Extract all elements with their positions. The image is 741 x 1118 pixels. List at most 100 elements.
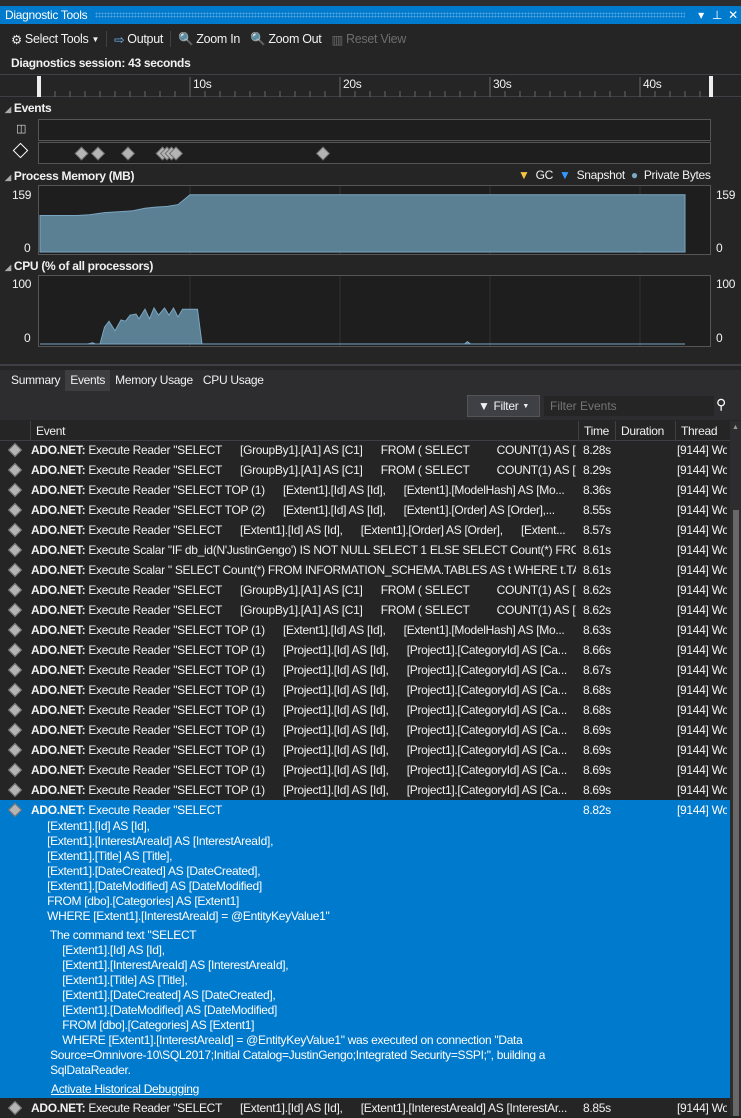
event-time: 8.69s: [583, 763, 611, 777]
title-bar: Diagnostic Tools ▾ ⊥ ✕: [0, 6, 741, 24]
event-source: ADO.NET:: [31, 443, 86, 457]
memory-max-right: 159: [716, 188, 736, 202]
event-description: ADO.NET: Execute Reader "SELECT [GroupBy…: [31, 580, 576, 600]
ruler-start-handle[interactable]: [37, 76, 41, 97]
break-events-lane[interactable]: [38, 119, 711, 141]
table-row[interactable]: ADO.NET: Execute Reader "SELECT TOP (1) …: [0, 760, 730, 780]
select-tools-button[interactable]: ⚙ Select Tools ▼: [8, 32, 102, 47]
event-markers: [74, 146, 331, 161]
activate-historical-debugging-link[interactable]: Activate Historical Debugging: [51, 1082, 545, 1097]
event-marker[interactable]: [74, 146, 89, 161]
tab-events[interactable]: Events: [65, 370, 111, 391]
table-row[interactable]: ADO.NET: Execute Reader "SELECT TOP (1) …: [0, 680, 730, 700]
table-row[interactable]: ADO.NET: Execute Reader "SELECT TOP (1) …: [0, 480, 730, 500]
diagnostic-event-icon: [7, 782, 23, 798]
table-row[interactable]: ADO.NET: Execute Reader "SELECT TOP (1) …: [0, 720, 730, 740]
table-row[interactable]: ADO.NET: Execute Reader "SELECT TOP (1) …: [0, 700, 730, 720]
pin-icon[interactable]: ⊥: [709, 6, 725, 24]
scroll-up-icon[interactable]: ▲: [732, 424, 739, 431]
column-thread[interactable]: Thread: [675, 421, 730, 441]
event-time: 8.62s: [583, 583, 611, 597]
event-time: 8.55s: [583, 503, 611, 517]
table-row[interactable]: ADO.NET: Execute Scalar " SELECT Count(*…: [0, 560, 730, 580]
filter-events-input[interactable]: [544, 396, 714, 416]
event-source: ADO.NET:: [31, 543, 86, 557]
events-lane-header[interactable]: ◢ Events: [5, 101, 52, 115]
table-row[interactable]: ADO.NET: Execute Reader "SELECT TOP (2) …: [0, 500, 730, 520]
event-source: ADO.NET:: [31, 503, 86, 517]
zoom-out-button[interactable]: 🔍 Zoom Out: [247, 32, 324, 47]
event-thread: [9144] Wo: [677, 523, 727, 537]
event-thread: [9144] Wo: [677, 483, 727, 497]
close-icon[interactable]: ✕: [725, 6, 741, 24]
reset-view-button[interactable]: ▥ Reset View: [329, 32, 410, 47]
event-marker[interactable]: [315, 146, 331, 161]
tab-summary[interactable]: Summary: [6, 370, 65, 391]
tab-strip: Summary Events Memory Usage CPU Usage: [0, 370, 741, 391]
table-row[interactable]: ADO.NET: Execute Reader "SELECT TOP (1) …: [0, 660, 730, 680]
memory-private-bytes-area: [39, 194, 686, 253]
table-row[interactable]: ADO.NET: Execute Reader "SELECT [Extent1…: [0, 520, 730, 540]
zoom-in-button[interactable]: 🔍 Zoom In: [175, 32, 243, 47]
diagnostic-event-icon: [7, 622, 23, 638]
event-thread: [9144] Wo: [677, 703, 727, 717]
table-row[interactable]: ADO.NET: Execute Reader "SELECT [GroupBy…: [0, 580, 730, 600]
column-time[interactable]: Time: [578, 421, 615, 441]
event-explanation: The command text "SELECT [Extent1].[Id] …: [49, 928, 546, 1077]
window-menu-icon[interactable]: ▾: [693, 6, 709, 24]
cpu-title: CPU (% of all processors): [13, 259, 154, 273]
intellitrace-events-lane[interactable]: [38, 142, 711, 164]
table-row[interactable]: ADO.NET: Execute Reader "SELECT TOP (1) …: [0, 620, 730, 640]
tab-cpu-usage[interactable]: CPU Usage: [198, 370, 269, 391]
table-row[interactable]: ADO.NET: Execute Reader "SELECT TOP (1) …: [0, 740, 730, 760]
output-button[interactable]: ⇨ Output: [111, 32, 166, 47]
event-time: 8.28s: [583, 443, 611, 457]
diagnostic-event-icon: [7, 1100, 23, 1116]
table-row[interactable]: ADO.NET: Execute Reader "SELECT TOP (1) …: [0, 780, 730, 800]
search-icon[interactable]: ⚲: [716, 396, 726, 413]
select-tools-label: Select Tools: [24, 32, 89, 46]
splitter[interactable]: [0, 364, 741, 366]
memory-title: Process Memory (MB): [13, 169, 135, 183]
cpu-chart[interactable]: [38, 275, 711, 347]
event-description: ADO.NET: Execute Reader "SELECT TOP (2) …: [31, 500, 576, 520]
divider: [170, 31, 172, 47]
event-text: Execute Scalar " SELECT Count(*) FROM IN…: [85, 563, 576, 577]
memory-plot: [39, 186, 686, 254]
gc-icon: ▼: [518, 168, 530, 182]
reset-view-label: Reset View: [346, 32, 407, 46]
filter-button[interactable]: ▼ Filter ▼: [467, 395, 540, 417]
event-source: ADO.NET:: [31, 783, 86, 797]
timeline-ruler[interactable]: 10s 20s 30s 40s: [0, 74, 741, 97]
table-row[interactable]: ADO.NET: Execute Reader "SELECT [GroupBy…: [0, 440, 730, 460]
column-duration[interactable]: Duration: [615, 421, 675, 441]
event-description: ADO.NET: Execute Reader "SELECT [GroupBy…: [31, 440, 576, 460]
table-row[interactable]: ADO.NET: Execute Reader "SELECT [GroupBy…: [0, 600, 730, 620]
table-row[interactable]: ADO.NET: Execute Reader "SELECT [Extent1…: [0, 1098, 730, 1118]
table-row[interactable]: ADO.NET: Execute Reader "SELECT [GroupBy…: [0, 460, 730, 480]
cpu-header[interactable]: ◢ CPU (% of all processors): [5, 259, 153, 273]
event-marker[interactable]: [90, 146, 106, 161]
event-description: ADO.NET: Execute Reader "SELECT [GroupBy…: [31, 600, 576, 620]
selected-event-row[interactable]: ADO.NET: Execute Reader "SELECT 8.82s [914…: [0, 800, 730, 1098]
memory-chart[interactable]: [38, 185, 711, 255]
event-description: ADO.NET: Execute Reader "SELECT TOP (1) …: [31, 640, 576, 660]
event-marker[interactable]: [120, 146, 136, 161]
legend-private-bytes: Private Bytes: [643, 168, 711, 182]
table-row[interactable]: ADO.NET: Execute Reader "SELECT TOP (1) …: [0, 640, 730, 660]
tab-memory-usage[interactable]: Memory Usage: [110, 370, 198, 391]
event-description: ADO.NET: Execute Reader "SELECT TOP (1) …: [31, 780, 576, 800]
event-thread: [9144] Wo: [677, 663, 727, 677]
table-row[interactable]: ADO.NET: Execute Scalar "IF db_id(N'Just…: [0, 540, 730, 560]
event-thread: [9144] Wo: [677, 643, 727, 657]
ruler-end-handle[interactable]: [709, 76, 713, 97]
column-header: Event Time Duration Thread: [0, 421, 730, 441]
column-event[interactable]: Event: [30, 421, 578, 441]
cpu-plot: [40, 276, 685, 346]
event-description: ADO.NET: Execute Reader "SELECT [GroupBy…: [31, 460, 576, 480]
event-thread: [9144] Wo: [677, 443, 727, 457]
diagnostic-event-icon: [7, 582, 23, 598]
scrollbar-thumb[interactable]: [733, 510, 739, 1116]
memory-header[interactable]: ◢ Process Memory (MB): [5, 169, 135, 183]
event-thread: [9144] Wo: [677, 763, 727, 777]
